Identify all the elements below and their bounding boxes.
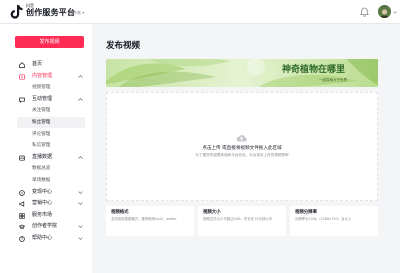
market-icon bbox=[19, 213, 25, 219]
chevron-down-icon bbox=[78, 237, 83, 240]
sidebar-item-label: 服务市场 bbox=[32, 211, 53, 218]
chevron-up-icon bbox=[78, 97, 83, 101]
spec-description: 视频文件大小不超过4GB，时长在15分钟以内 bbox=[203, 217, 273, 221]
sidebar-item-label: 营销中心 bbox=[32, 200, 53, 207]
spec-title: 视频格式 bbox=[111, 210, 129, 215]
sidebar-item-15[interactable]: 帮助中心 bbox=[0, 233, 92, 244]
sidebar-item-label: 帮助中心 bbox=[32, 235, 53, 241]
chevron-down-icon bbox=[78, 190, 83, 194]
sidebar-subitem-9[interactable]: 数据总览 bbox=[0, 163, 92, 174]
chevron-down-icon bbox=[78, 202, 83, 206]
spec-card-size: 视频大小 视频文件大小不超过4GB，时长在15分钟以内 bbox=[198, 206, 286, 236]
sidebar-item-11[interactable]: 变现中心 bbox=[0, 187, 92, 198]
chevron-down-icon bbox=[78, 225, 83, 229]
sidebar-item-label: 互动管理 bbox=[32, 95, 53, 102]
sidebar-item-3[interactable]: 互动管理 bbox=[0, 94, 92, 105]
top-bar: 抖音 创作服务平台 创作者 ▾ bbox=[0, 0, 400, 24]
spec-description: 支持常用视频格式，推荐使用mp4、webm bbox=[111, 217, 177, 221]
brand-name: 创作服务平台 bbox=[26, 8, 76, 17]
douyin-logo-icon[interactable] bbox=[8, 4, 24, 20]
interaction-icon bbox=[19, 97, 25, 103]
upload-hint: 为了更好的观看体验和平台安全，平台将对上传的视频预审 bbox=[195, 153, 289, 157]
sidebar-item-label: 视频管理 bbox=[32, 85, 51, 91]
sidebar-subitem-6[interactable]: 评论管理 bbox=[0, 129, 92, 140]
sidebar-item-14[interactable]: 创作者学院 bbox=[0, 221, 92, 232]
sidebar-item-label: 数据总览 bbox=[32, 166, 51, 172]
avatar-image-icon bbox=[378, 7, 391, 18]
page-title: 发布视频 bbox=[106, 41, 141, 51]
sidebar-item-13[interactable]: 服务市场 bbox=[0, 210, 92, 221]
banner-title: 神奇植物在哪里 bbox=[282, 65, 346, 75]
sidebar-item-label: 关注管理 bbox=[32, 108, 51, 114]
sidebar-item-label: 直播数据 bbox=[32, 153, 53, 160]
sidebar-item-0[interactable]: 首页 bbox=[0, 59, 92, 70]
chevron-down-icon[interactable] bbox=[393, 11, 397, 14]
spec-title: 视频分辨率 bbox=[295, 210, 317, 215]
sidebar-item-label: 创作者学院 bbox=[32, 223, 58, 230]
sidebar-item-label: 粉丝管理 bbox=[32, 120, 51, 125]
promo-banner[interactable]: 神奇植物在哪里 一起探索大千世界 bbox=[106, 59, 378, 87]
bell-icon[interactable] bbox=[360, 7, 369, 17]
sidebar-subitem-10[interactable]: 单场数据 bbox=[0, 175, 92, 186]
avatar[interactable] bbox=[378, 5, 391, 18]
sidebar-item-label: 内容管理 bbox=[32, 72, 53, 79]
sidebar-item-1[interactable]: 内容管理 bbox=[0, 71, 92, 82]
spec-description: 分辨率为720p（1280x720）及以上 bbox=[295, 217, 352, 221]
spec-title: 视频大小 bbox=[203, 210, 221, 215]
sidebar: 发布视频 首页内容管理视频管理互动管理关注管理粉丝管理评论管理私信管理直播数据数… bbox=[0, 24, 92, 273]
live-icon bbox=[19, 155, 25, 161]
sidebar-item-label: 私信管理 bbox=[32, 143, 51, 149]
help-icon bbox=[19, 236, 25, 242]
chevron-up-icon bbox=[78, 155, 83, 159]
upload-instruction: 点击上传 或直接将视频文件拖入此区域 bbox=[202, 146, 282, 151]
academy-icon bbox=[19, 225, 25, 230]
sidebar-item-label: 评论管理 bbox=[32, 131, 51, 137]
monetize-icon bbox=[19, 189, 25, 196]
home-icon bbox=[19, 62, 25, 68]
sidebar-item-label: 首页 bbox=[32, 61, 43, 67]
spec-card-resolution: 视频分辨率 分辨率为720p（1280x720）及以上 bbox=[290, 206, 378, 236]
cloud-upload-icon bbox=[236, 135, 247, 142]
chevron-up-icon bbox=[78, 74, 83, 78]
spec-card-format: 视频格式 支持常用视频格式，推荐使用mp4、webm bbox=[106, 206, 194, 236]
sidebar-item-label: 变现中心 bbox=[32, 188, 53, 195]
sidebar-item-label: 单场数据 bbox=[32, 178, 51, 183]
sidebar-item-12[interactable]: 营销中心 bbox=[0, 198, 92, 209]
sidebar-subitem-4[interactable]: 关注管理 bbox=[0, 105, 92, 116]
marketing-icon bbox=[19, 201, 25, 207]
account-type-dropdown[interactable]: 创作者 ▾ bbox=[69, 10, 84, 15]
sidebar-subitem-5[interactable]: 粉丝管理 bbox=[17, 117, 85, 128]
upload-video-button[interactable]: 发布视频 bbox=[15, 36, 84, 48]
sidebar-subitem-7[interactable]: 私信管理 bbox=[0, 140, 92, 151]
sidebar-item-8[interactable]: 直播数据 bbox=[0, 152, 92, 163]
content-icon bbox=[19, 74, 25, 80]
sidebar-subitem-2[interactable]: 视频管理 bbox=[0, 82, 92, 93]
banner-subtitle: 一起探索大千世界 bbox=[319, 78, 347, 82]
